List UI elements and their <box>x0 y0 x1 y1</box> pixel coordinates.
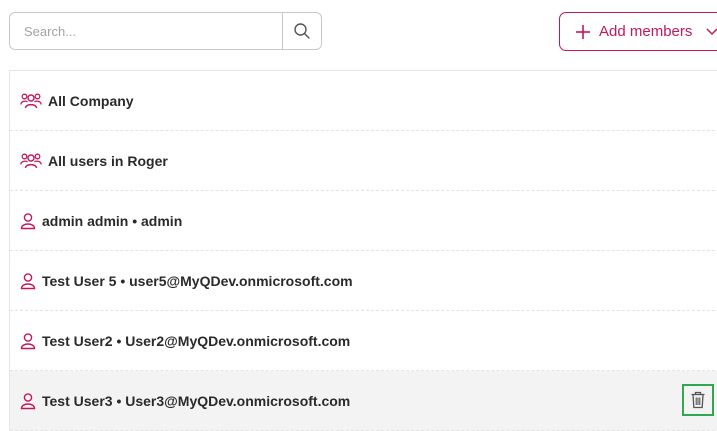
add-members-button[interactable]: Add members <box>559 12 717 51</box>
member-row-test-user-5[interactable]: Test User 5 • user5@MyQDev.onmicrosoft.c… <box>10 251 717 311</box>
group-icon <box>20 92 42 110</box>
member-label: Test User2 • User2@MyQDev.onmicrosoft.co… <box>42 332 351 349</box>
member-label: All users in Roger <box>48 152 168 169</box>
plus-icon <box>576 24 590 39</box>
members-list: All Company All users in Roger admin adm… <box>9 70 717 431</box>
search-button[interactable] <box>282 13 321 49</box>
member-label: admin admin • admin <box>42 212 183 229</box>
search-box <box>9 12 322 50</box>
member-row-all-users-in-roger[interactable]: All users in Roger <box>10 131 717 191</box>
user-icon <box>20 392 36 410</box>
member-label: Test User3 • User3@MyQDev.onmicrosoft.co… <box>42 392 351 409</box>
search-input[interactable] <box>10 13 282 49</box>
group-icon <box>20 152 42 170</box>
user-icon <box>20 212 36 230</box>
member-row-all-company[interactable]: All Company <box>10 71 717 131</box>
member-row-test-user2[interactable]: Test User2 • User2@MyQDev.onmicrosoft.co… <box>10 311 717 371</box>
user-icon <box>20 272 36 290</box>
chevron-down-icon <box>706 27 717 35</box>
trash-icon <box>691 391 705 409</box>
member-row-test-user3[interactable]: Test User3 • User3@MyQDev.onmicrosoft.co… <box>10 371 717 431</box>
member-row-admin[interactable]: admin admin • admin <box>10 191 717 251</box>
search-icon <box>294 23 310 39</box>
member-label: All Company <box>48 92 134 109</box>
add-members-label: Add members <box>599 23 693 40</box>
member-label: Test User 5 • user5@MyQDev.onmicrosoft.c… <box>42 272 353 289</box>
delete-member-button[interactable] <box>682 384 714 416</box>
user-icon <box>20 332 36 350</box>
